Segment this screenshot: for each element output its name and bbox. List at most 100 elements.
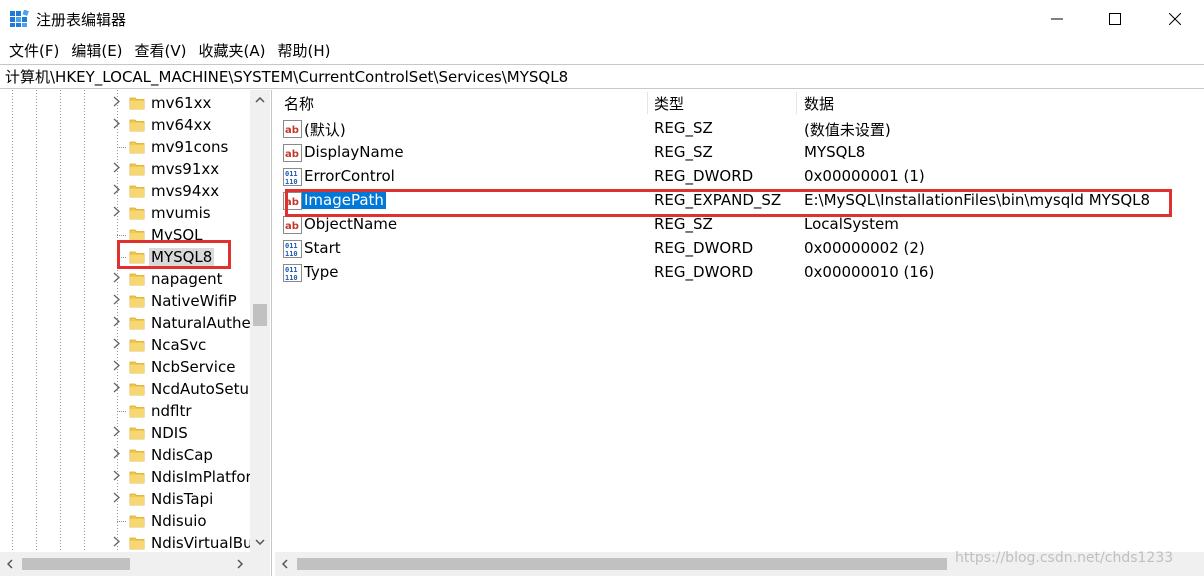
tree-item[interactable]: MYSQL8	[0, 246, 250, 268]
folder-icon	[129, 317, 145, 330]
value-type: REG_SZ	[654, 215, 713, 233]
tree-item[interactable]: Ndisuio	[0, 510, 250, 532]
tree-item[interactable]: mv61xx	[0, 92, 250, 114]
folder-icon	[129, 207, 145, 220]
tree-horizontal-scrollbar[interactable]	[0, 552, 250, 576]
expand-chevron-icon[interactable]	[110, 118, 122, 133]
key-tree-pane: mv61xx mv64xx mv91cons mvs91xx mvs94xx mvumis…	[0, 90, 272, 576]
expand-chevron-icon[interactable]	[110, 536, 122, 551]
tree-item[interactable]: NdisTapi	[0, 488, 250, 510]
expand-chevron-icon[interactable]	[110, 272, 122, 287]
tree-item-label: NdisTapi	[151, 490, 214, 508]
scroll-right-icon[interactable]	[230, 552, 250, 576]
svg-text:110: 110	[285, 274, 298, 282]
expand-chevron-icon[interactable]	[110, 162, 122, 177]
folder-icon	[129, 537, 145, 550]
tree-item-label: NcaSvc	[151, 336, 207, 354]
close-button[interactable]	[1146, 0, 1204, 38]
scroll-left-icon[interactable]	[275, 552, 295, 576]
value-row[interactable]: ab ObjectName REG_SZ LocalSystem	[275, 213, 1204, 237]
expand-chevron-icon[interactable]	[110, 360, 122, 375]
value-type: REG_SZ	[654, 119, 713, 137]
value-name: (默认)	[304, 121, 346, 139]
tree-item[interactable]: NdisImPlatfor	[0, 466, 252, 488]
tree-item[interactable]: mvs91xx	[0, 158, 250, 180]
tree-item[interactable]: NcaSvc	[0, 334, 250, 356]
tree-vertical-scroll-thumb[interactable]	[253, 304, 267, 326]
folder-icon	[129, 273, 145, 286]
svg-text:ab: ab	[285, 221, 299, 232]
tree-item[interactable]: NativeWifiP	[0, 290, 250, 312]
value-name: DisplayName	[304, 143, 404, 161]
value-data: 0x00000002 (2)	[804, 239, 925, 257]
value-type: REG_SZ	[654, 143, 713, 161]
expand-chevron-icon[interactable]	[110, 184, 122, 199]
expand-chevron-icon[interactable]	[110, 294, 122, 309]
menu-view[interactable]: 查看(V)	[129, 40, 193, 61]
tree-item[interactable]: NdisVirtualBu	[0, 532, 253, 554]
tree-item[interactable]: mv91cons	[0, 136, 250, 158]
tree-item[interactable]: NDIS	[0, 422, 250, 444]
expand-chevron-icon[interactable]	[110, 206, 122, 221]
menu-help[interactable]: 帮助(H)	[271, 40, 336, 61]
value-row[interactable]: 011 110 Type REG_DWORD 0x00000010 (16)	[275, 261, 1204, 285]
value-row[interactable]: ab (默认) REG_SZ (数值未设置)	[275, 117, 1204, 141]
tree-item[interactable]: NcbService	[0, 356, 250, 378]
tree-item[interactable]: mvumis	[0, 202, 250, 224]
value-data: 0x00000010 (16)	[804, 263, 935, 281]
expand-chevron-icon[interactable]	[110, 316, 122, 331]
minimize-button[interactable]	[1028, 0, 1086, 38]
menu-favorites[interactable]: 收藏夹(A)	[193, 40, 272, 61]
tree-item-label: mvs91xx	[151, 160, 220, 178]
value-row[interactable]: ab DisplayName REG_SZ MYSQL8	[275, 141, 1204, 165]
scroll-down-icon[interactable]	[250, 532, 270, 552]
tree-item-label: NDIS	[151, 424, 188, 442]
value-row[interactable]: 011 110 ErrorControl REG_DWORD 0x00000001 (1…	[275, 165, 1204, 189]
values-horizontal-scroll-thumb[interactable]	[297, 558, 947, 570]
tree-item[interactable]: mvs94xx	[0, 180, 250, 202]
expand-chevron-icon[interactable]	[110, 492, 122, 507]
value-row[interactable]: ab ImagePath REG_EXPAND_SZ E:\MySQL\Install…	[275, 189, 1204, 213]
expand-chevron-icon[interactable]	[110, 448, 122, 463]
expand-chevron-icon[interactable]	[110, 96, 122, 111]
value-type: REG_EXPAND_SZ	[654, 191, 782, 209]
tree-horizontal-scroll-thumb[interactable]	[22, 558, 130, 570]
scroll-left-icon[interactable]	[0, 552, 20, 576]
expand-chevron-icon[interactable]	[110, 426, 122, 441]
expand-chevron-icon[interactable]	[110, 382, 122, 397]
tree-item[interactable]: napagent	[0, 268, 250, 290]
tree-item-label: mv91cons	[151, 138, 229, 156]
tree-item-label: NdisImPlatfor	[151, 468, 252, 486]
maximize-button[interactable]	[1086, 0, 1144, 38]
tree-item[interactable]: NdisCap	[0, 444, 250, 466]
tree-item-label: napagent	[151, 270, 223, 288]
menu-file[interactable]: 文件(F)	[3, 40, 65, 61]
string-value-icon: ab	[283, 192, 302, 210]
tree-item-label: NcbService	[151, 358, 236, 376]
tree-connector	[117, 411, 126, 412]
column-header-data[interactable]: 数据	[795, 90, 1095, 116]
registry-editor-icon	[10, 10, 29, 27]
tree-item[interactable]: mv64xx	[0, 114, 250, 136]
tree-item-label: NcdAutoSetu	[151, 380, 249, 398]
menu-edit[interactable]: 编辑(E)	[65, 40, 128, 61]
tree-item[interactable]: ndfltr	[0, 400, 250, 422]
scroll-up-icon[interactable]	[250, 90, 270, 110]
address-bar[interactable]: 计算机\HKEY_LOCAL_MACHINE\SYSTEM\CurrentCon…	[0, 64, 1204, 89]
tree-vertical-scrollbar[interactable]	[250, 90, 270, 552]
expand-chevron-icon[interactable]	[110, 338, 122, 353]
expand-chevron-icon[interactable]	[110, 470, 122, 485]
binary-value-icon: 011110	[283, 168, 302, 186]
tree-item-label: NativeWifiP	[151, 292, 237, 310]
values-list-pane: 名称 类型 数据 ab (默认) REG_SZ (数值未设置) ab DisplayNam…	[275, 90, 1204, 576]
tree-item[interactable]: NaturalAuthe	[0, 312, 251, 334]
binary-value-icon: 011110	[283, 240, 302, 258]
tree-item-label: ndfltr	[151, 402, 192, 420]
svg-text:110: 110	[285, 250, 298, 258]
tree-item[interactable]: MySQL	[0, 224, 250, 246]
tree-item[interactable]: NcdAutoSetu	[0, 378, 250, 400]
column-header-name[interactable]: 名称	[275, 90, 647, 116]
value-row[interactable]: 011 110 Start REG_DWORD 0x00000002 (2)	[275, 237, 1204, 261]
column-header-type[interactable]: 类型	[645, 90, 795, 116]
svg-text:011: 011	[285, 242, 298, 250]
